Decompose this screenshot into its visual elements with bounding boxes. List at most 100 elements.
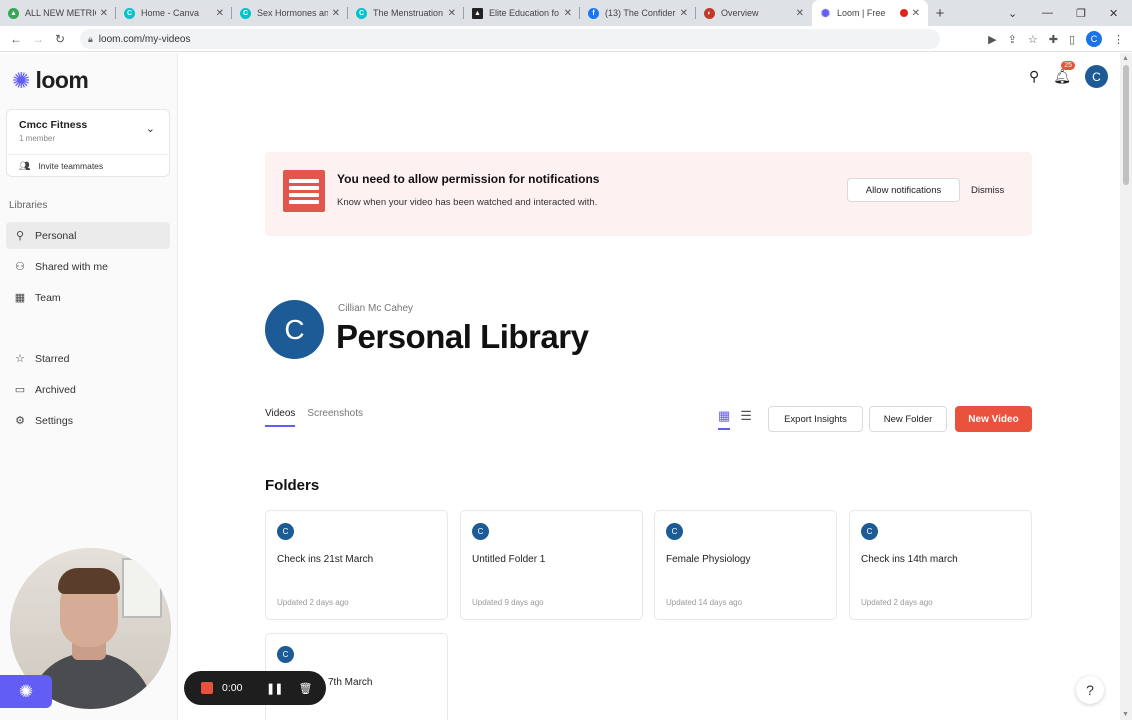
sidebar-item-starred[interactable]: ☆ Starred	[6, 345, 170, 372]
folder-owner-avatar: C	[277, 646, 294, 663]
folder-updated: Updated 2 days ago	[277, 598, 349, 607]
side-panel-icon[interactable]: ▯	[1069, 33, 1075, 46]
new-folder-button[interactable]: New Folder	[869, 406, 947, 432]
canva-icon: C	[356, 7, 367, 19]
dismiss-button[interactable]: Dismiss	[971, 178, 1004, 202]
folder-card[interactable]: C Untitled Folder 1 Updated 9 days ago	[460, 510, 643, 620]
folder-card[interactable]: C Check ins 21st March Updated 2 days ag…	[265, 510, 448, 620]
loom-logo-icon: ✺	[12, 67, 31, 93]
close-icon[interactable]: ✕	[216, 8, 224, 19]
browser-tab[interactable]: C The Menstruation ✕	[348, 0, 464, 26]
camera-icon[interactable]: ▶	[988, 33, 996, 46]
search-icon[interactable]: ⚲	[1029, 68, 1039, 85]
tab-screenshots[interactable]: Screenshots	[307, 408, 363, 427]
library-owner: Cillian Mc Cahey	[338, 303, 414, 314]
export-insights-button[interactable]: Export Insights	[768, 406, 863, 432]
elite-education-icon: ▲	[472, 7, 483, 19]
scroll-up-icon[interactable]: ▲	[1122, 55, 1129, 62]
close-icon[interactable]: ✕	[680, 8, 688, 19]
sidebar-item-archived[interactable]: ▭ Archived	[6, 376, 170, 403]
bookmark-star-icon[interactable]: ☆	[1028, 33, 1038, 46]
close-icon[interactable]: ✕	[796, 8, 804, 19]
invite-teammates-button[interactable]: 👥︎ Invite teammates	[7, 154, 169, 177]
browser-menu-icon[interactable]: ⋮	[1113, 33, 1124, 46]
back-icon[interactable]: ←	[5, 32, 27, 46]
folder-card[interactable]: C Check ins 14th march Updated 2 days ag…	[849, 510, 1032, 620]
sidebar-item-shared[interactable]: ⚇ Shared with me	[6, 253, 170, 280]
banner-title: You need to allow permission for notific…	[337, 172, 600, 186]
sidebar-item-label: Team	[35, 291, 61, 304]
library-avatar: C	[265, 300, 324, 359]
browser-tab[interactable]: C Sex Hormones an ✕	[232, 0, 348, 26]
browser-tab-active[interactable]: ✺ Loom | Free ✕	[812, 0, 928, 26]
archive-icon: ▭	[14, 384, 26, 396]
scroll-down-icon[interactable]: ▼	[1122, 711, 1129, 718]
close-icon[interactable]: ✕	[448, 8, 456, 19]
browser-tab[interactable]: ◐ Overview ✕	[696, 0, 812, 26]
new-tab-button[interactable]: +	[928, 0, 952, 26]
main-content: ⚲ 🔔︎ 25 C You need to allow permission f…	[178, 53, 1120, 720]
building-icon: ▦	[14, 292, 26, 304]
person-icon: ⚲	[15, 230, 25, 242]
pause-icon[interactable]: ❚❚	[266, 682, 283, 695]
sidebar-item-settings[interactable]: ⚙ Settings	[6, 407, 170, 434]
browser-tab[interactable]: C Home - Canva ✕	[116, 0, 232, 26]
chevron-down-icon[interactable]: ⌄	[146, 122, 155, 135]
minimize-icon[interactable]: —	[1042, 0, 1053, 26]
folder-updated: Updated 2 days ago	[861, 598, 933, 607]
avatar[interactable]: C	[1085, 65, 1108, 88]
list-view-icon[interactable]: ☰	[740, 408, 752, 430]
tab-label: Sex Hormones an	[257, 8, 328, 18]
browser-tab[interactable]: f (13) The Confider ✕	[580, 0, 696, 26]
close-icon[interactable]: ✕	[564, 8, 572, 19]
grid-view-icon[interactable]: ▦	[718, 408, 731, 430]
folder-owner-avatar: C	[472, 523, 489, 540]
bell-icon[interactable]: 🔔︎ 25	[1053, 61, 1076, 85]
folders-heading: Folders	[265, 477, 320, 494]
window-close-icon[interactable]: ✕	[1109, 0, 1118, 26]
allow-notifications-button[interactable]: Allow notifications	[847, 178, 960, 202]
libraries-heading: Libraries	[9, 200, 48, 211]
url-text: loom.com/my-videos	[98, 33, 191, 45]
loom-logo[interactable]: ✺ loom	[12, 67, 89, 94]
reload-icon[interactable]: ↻	[49, 32, 71, 46]
stop-recording-button[interactable]	[201, 682, 213, 694]
restore-icon[interactable]: ❐	[1076, 0, 1086, 26]
tab-label: The Menstruation	[373, 8, 444, 18]
share-icon[interactable]: ⇪	[1008, 33, 1017, 46]
trash-icon[interactable]: 🗑︎	[298, 682, 312, 695]
browser-tab-bar: ▲ ALL NEW METRIC ✕ C Home - Canva ✕ C Se…	[0, 0, 1132, 26]
invite-label: Invite teammates	[38, 161, 104, 171]
banner-subtitle: Know when your video has been watched an…	[337, 197, 598, 208]
browser-tab[interactable]: ▲ ALL NEW METRIC ✕	[0, 0, 116, 26]
workspace-switcher[interactable]: Cmcc Fitness 1 member ⌄ 👥︎ Invite teamma…	[6, 109, 170, 177]
browser-profile-avatar[interactable]: C	[1086, 31, 1102, 47]
loom-recorder-icon[interactable]: ✺	[0, 675, 52, 708]
url-field[interactable]: 🔒︎ loom.com/my-videos	[80, 29, 940, 49]
facebook-icon: f	[588, 7, 599, 19]
tab-search-icon[interactable]: ⌄	[1008, 0, 1017, 26]
overview-icon: ◐	[704, 7, 715, 19]
help-button[interactable]: ?	[1076, 676, 1104, 704]
notification-count-badge: 25	[1061, 61, 1076, 70]
close-icon[interactable]: ✕	[332, 8, 340, 19]
scrollbar-thumb[interactable]	[1123, 65, 1129, 185]
browser-tab[interactable]: ▲ Elite Education fo ✕	[464, 0, 580, 26]
close-icon[interactable]: ✕	[912, 8, 920, 19]
folder-card[interactable]: C Female Physiology Updated 14 days ago	[654, 510, 837, 620]
notification-permission-banner: You need to allow permission for notific…	[265, 152, 1032, 236]
folder-updated: Updated 14 days ago	[666, 598, 743, 607]
close-icon[interactable]: ✕	[100, 8, 108, 19]
sidebar-item-personal[interactable]: ⚲ Personal	[6, 222, 170, 249]
tab-label: Loom | Free	[837, 8, 886, 18]
tab-label: (13) The Confider	[605, 8, 676, 18]
sidebar-item-label: Starred	[35, 352, 70, 365]
sidebar-item-label: Shared with me	[35, 260, 108, 273]
tab-videos[interactable]: Videos	[265, 408, 296, 427]
forward-icon[interactable]: →	[27, 32, 49, 46]
page-scrollbar[interactable]: ▲ ▼	[1120, 53, 1132, 720]
sidebar-item-team[interactable]: ▦ Team	[6, 284, 170, 311]
lock-icon: 🔒︎	[88, 33, 93, 44]
new-video-button[interactable]: New Video	[955, 406, 1032, 432]
extensions-icon[interactable]: ✚	[1049, 33, 1058, 46]
